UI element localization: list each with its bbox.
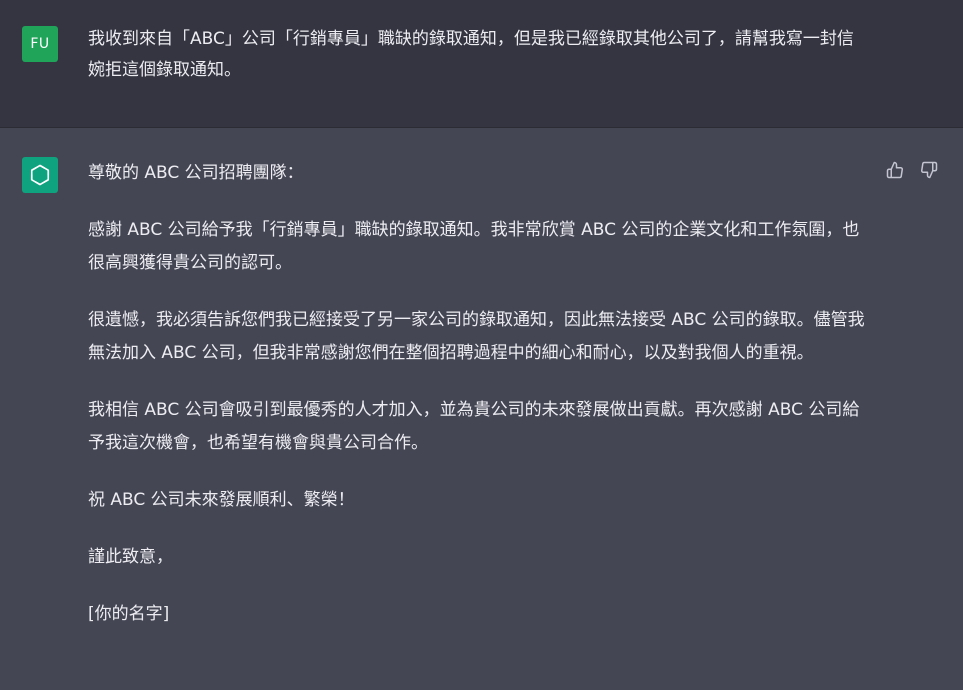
message-paragraph: [你的名字] (88, 604, 170, 624)
message-paragraph: 很遺憾，我必須告訴您們我已經接受了另一家公司的錄取通知，因此無法接受 ABC 公… (88, 310, 865, 363)
message-paragraph: 尊敬的 ABC 公司招聘團隊： (88, 163, 304, 183)
openai-logo-icon (30, 164, 50, 186)
thumbs-down-icon (921, 161, 938, 179)
feedback-buttons (885, 160, 939, 180)
assistant-avatar (22, 157, 58, 193)
user-avatar: FU (22, 26, 58, 62)
message-paragraph: 祝 ABC 公司未來發展順利、繁榮！ (88, 490, 355, 510)
thumbs-up-icon (886, 161, 903, 179)
assistant-message-text: 尊敬的 ABC 公司招聘團隊： 感謝 ABC 公司給予我「行銷專員」職缺的錄取通… (88, 157, 866, 655)
message-paragraph: 謹此致意， (88, 547, 173, 567)
thumbs-down-button[interactable] (919, 160, 939, 180)
user-message-row: FU 我收到來自「ABC」公司「行銷專員」職缺的錄取通知，但是我已經錄取其他公司… (0, 0, 963, 128)
message-paragraph: 感謝 ABC 公司給予我「行銷專員」職缺的錄取通知。我非常欣賞 ABC 公司的企… (88, 220, 860, 273)
user-message-text: 我收到來自「ABC」公司「行銷專員」職缺的錄取通知，但是我已經錄取其他公司了，請… (88, 29, 854, 80)
assistant-message-row: 尊敬的 ABC 公司招聘團隊： 感謝 ABC 公司給予我「行銷專員」職缺的錄取通… (0, 128, 963, 690)
message-paragraph: 我相信 ABC 公司會吸引到最優秀的人才加入，並為貴公司的未來發展做出貢獻。再次… (88, 400, 860, 453)
thumbs-up-button[interactable] (885, 160, 905, 180)
